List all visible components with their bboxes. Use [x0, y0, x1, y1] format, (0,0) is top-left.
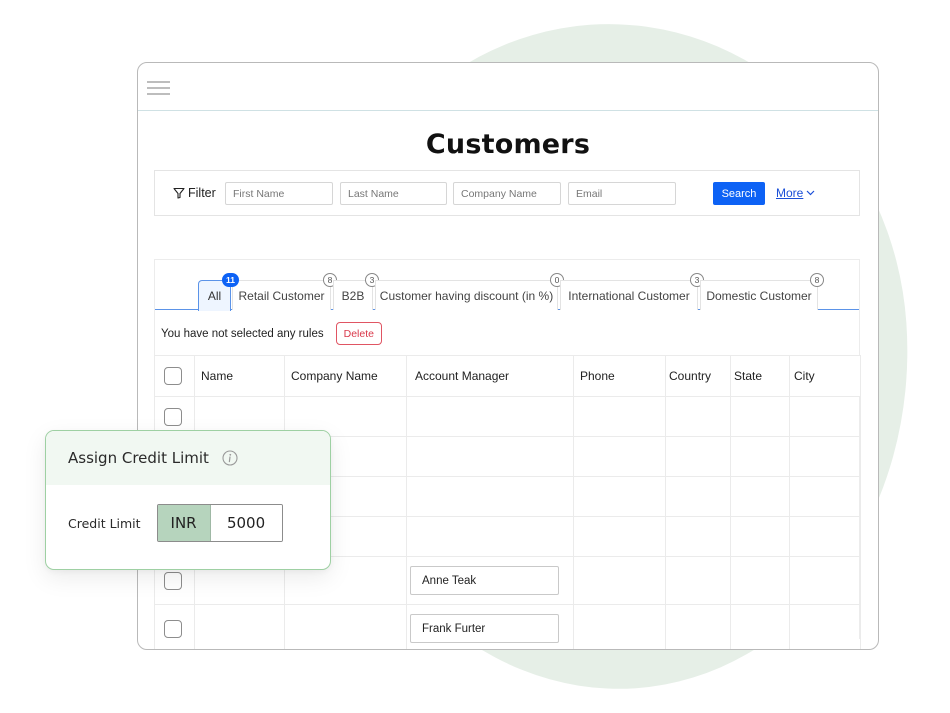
phone-cell	[573, 556, 666, 605]
city-cell	[789, 476, 861, 517]
assign-credit-limit-card: Assign Credit Limit Credit Limit INR	[45, 430, 331, 570]
delete-button[interactable]: Delete	[335, 322, 382, 345]
city-cell	[789, 556, 861, 605]
phone-cell	[573, 396, 666, 437]
state-cell	[730, 436, 790, 477]
column-header-country[interactable]: Country	[665, 355, 731, 397]
company-cell	[284, 604, 407, 649]
credit-limit-input[interactable]	[210, 505, 282, 541]
city-cell	[789, 516, 861, 557]
funnel-icon	[173, 187, 185, 199]
state-cell	[730, 476, 790, 517]
more-label: More	[776, 186, 804, 200]
tab-label: All	[207, 289, 222, 303]
account-manager-input[interactable]	[410, 566, 559, 595]
row-checkbox[interactable]	[164, 571, 182, 590]
country-cell	[665, 396, 731, 437]
select-all-checkbox[interactable]	[164, 367, 182, 385]
rules-status-text: You have not selected any rules	[161, 327, 324, 340]
country-cell	[665, 476, 731, 517]
filter-label-text: Filter	[188, 186, 216, 200]
country-cell	[665, 436, 731, 477]
filter-bar: Filter Search More	[154, 170, 860, 216]
card-header: Assign Credit Limit	[46, 431, 330, 485]
currency-addon: INR	[157, 505, 211, 541]
state-cell	[730, 556, 790, 605]
state-cell	[730, 516, 790, 557]
tab-label: International Customer	[568, 288, 690, 303]
credit-limit-row: Credit Limit INR	[68, 504, 283, 542]
page-title: Customers	[425, 129, 591, 160]
name-cell	[194, 604, 285, 649]
tab-international-customer[interactable]: International Customer 3	[560, 273, 704, 310]
row-checkbox[interactable]	[164, 619, 182, 638]
credit-limit-label: Credit Limit	[68, 515, 141, 531]
state-cell	[730, 396, 790, 437]
city-cell	[789, 604, 861, 649]
city-cell	[789, 396, 861, 437]
tab-count-badge: 11	[222, 273, 239, 287]
tab-label: Domestic Customer	[706, 288, 812, 303]
account-manager-cell	[406, 476, 574, 517]
table-row	[154, 604, 861, 649]
account-manager-cell	[406, 556, 574, 605]
city-cell	[789, 436, 861, 477]
tab-label: B2B	[341, 288, 365, 303]
tab-b2b[interactable]: B2B 3	[333, 273, 379, 310]
more-link[interactable]: More	[776, 186, 815, 200]
column-header-state[interactable]: State	[730, 355, 790, 397]
tab-domestic-customer[interactable]: Domestic Customer 8	[700, 273, 824, 310]
last-name-input[interactable]	[340, 182, 447, 205]
account-manager-cell	[406, 396, 574, 437]
first-name-input[interactable]	[225, 182, 333, 205]
tab-customer-having-discount[interactable]: Customer having discount (in %) 0	[375, 273, 564, 310]
phone-cell	[573, 516, 666, 557]
table-header-row: Name Company Name Account Manager Phone …	[154, 355, 861, 397]
search-button[interactable]: Search	[713, 182, 765, 205]
column-header-phone[interactable]: Phone	[573, 355, 666, 397]
tab-all[interactable]: All 11	[198, 273, 239, 311]
row-checkbox[interactable]	[164, 407, 182, 426]
tab-label: Retail Customer	[238, 288, 325, 303]
company-name-input[interactable]	[453, 182, 561, 205]
column-header-account-manager[interactable]: Account Manager	[406, 355, 574, 397]
country-cell	[665, 516, 731, 557]
account-manager-cell	[406, 516, 574, 557]
account-manager-input[interactable]	[410, 614, 559, 643]
card-title: Assign Credit Limit	[68, 449, 209, 467]
phone-cell	[573, 476, 666, 517]
rules-row: You have not selected any rules Delete	[161, 322, 382, 345]
tab-count-badge: 8	[810, 273, 824, 287]
info-icon[interactable]	[222, 450, 238, 466]
country-cell	[665, 604, 731, 649]
column-header-city[interactable]: City	[789, 355, 861, 397]
tab-retail-customer[interactable]: Retail Customer 8	[232, 273, 337, 310]
credit-limit-input-group: INR	[156, 504, 283, 542]
state-cell	[730, 604, 790, 649]
hamburger-menu-icon[interactable]	[147, 81, 170, 96]
top-bar	[138, 63, 878, 111]
phone-cell	[573, 436, 666, 477]
column-header-name[interactable]: Name	[194, 355, 285, 397]
account-manager-cell	[406, 436, 574, 477]
email-input[interactable]	[568, 182, 676, 205]
account-manager-cell	[406, 604, 574, 649]
phone-cell	[573, 604, 666, 649]
filter-label: Filter	[173, 186, 216, 200]
column-header-company-name[interactable]: Company Name	[284, 355, 407, 397]
select-all-cell	[154, 355, 195, 397]
country-cell	[665, 556, 731, 605]
chevron-down-icon	[806, 190, 815, 196]
tab-label: Customer having discount (in %)	[379, 288, 554, 303]
